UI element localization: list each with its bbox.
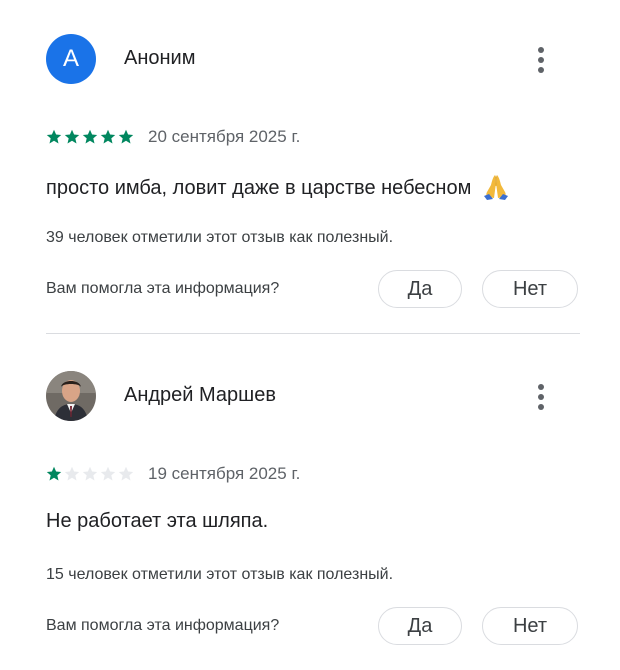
star-empty-icon (118, 466, 134, 481)
yes-button[interactable]: Да (378, 607, 462, 645)
review-text: просто имба, ловит даже в царстве небесн… (46, 177, 472, 199)
rating-row: 20 сентября 2025 г. (46, 126, 300, 148)
star-empty-icon (100, 466, 116, 481)
star-filled-icon (46, 466, 62, 481)
star-filled-icon (100, 129, 116, 144)
more-options-icon[interactable] (530, 40, 552, 80)
star-empty-icon (64, 466, 80, 481)
avatar (46, 371, 96, 421)
helpful-count: 15 человек отметили этот отзыв как полез… (46, 566, 394, 583)
review-text-container: просто имба, ловит даже в царстве небесн… (46, 172, 511, 200)
star-filled-icon (118, 129, 134, 144)
review-text: Не работает эта шляпа. (46, 510, 269, 532)
author-name: Аноним (124, 47, 196, 69)
more-options-icon[interactable] (530, 377, 552, 417)
review-date: 19 сентября 2025 г. (148, 464, 301, 483)
star-rating (46, 129, 134, 145)
star-filled-icon (64, 129, 80, 144)
avatar: А (46, 34, 96, 84)
star-filled-icon (82, 129, 98, 144)
star-filled-icon (46, 129, 62, 144)
helpful-count: 39 человек отметили этот отзыв как полез… (46, 229, 394, 246)
no-button[interactable]: Нет (482, 607, 578, 645)
no-button[interactable]: Нет (482, 270, 578, 308)
author-name: Андрей Маршев (124, 384, 276, 406)
review-date: 20 сентября 2025 г. (148, 127, 301, 146)
star-empty-icon (82, 466, 98, 481)
rating-row: 19 сентября 2025 г. (46, 463, 300, 485)
star-rating (46, 466, 134, 482)
yes-button[interactable]: Да (378, 270, 462, 308)
helpful-question: Вам помогла эта информация? (46, 280, 280, 297)
folded-hands-icon (483, 175, 508, 200)
helpful-question: Вам помогла эта информация? (46, 617, 280, 634)
divider (46, 333, 580, 334)
